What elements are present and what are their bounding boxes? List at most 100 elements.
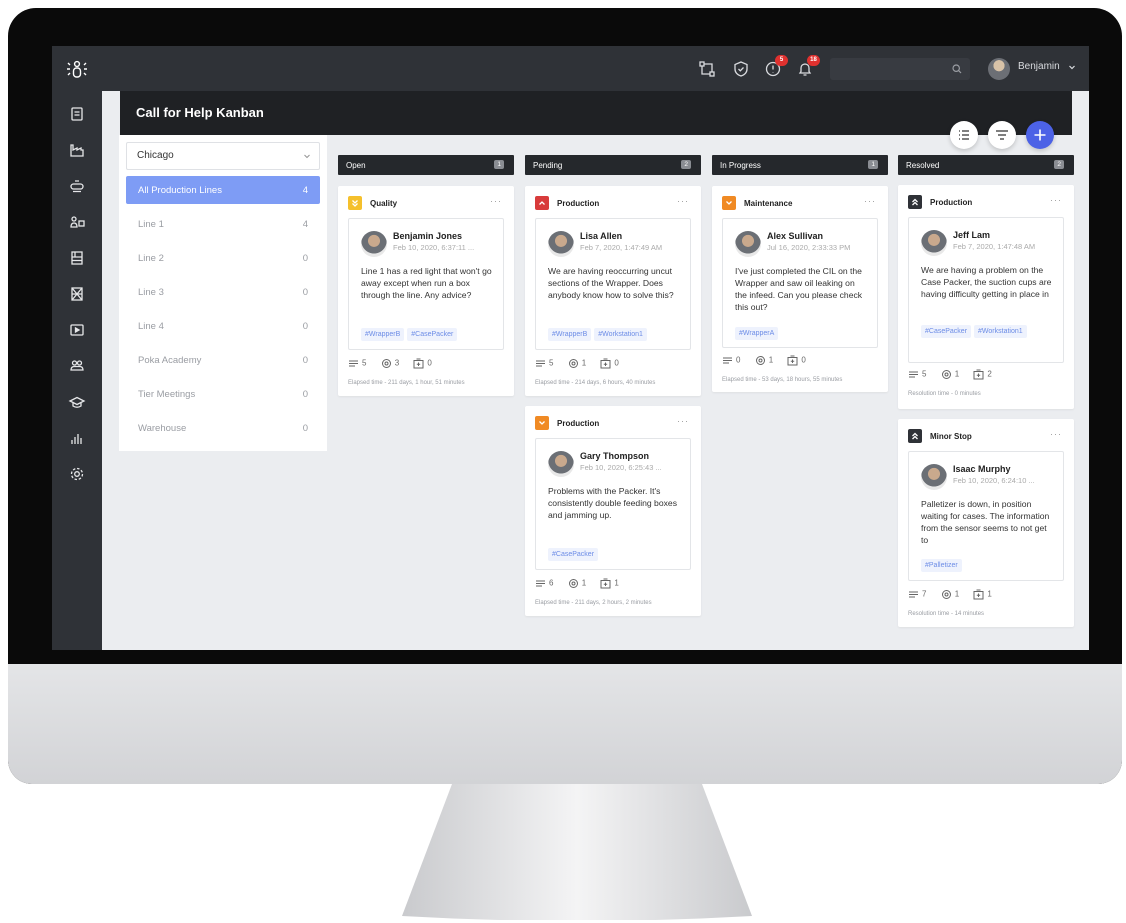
- filter-button[interactable]: [988, 121, 1016, 149]
- column-header-resolved: Resolved 2: [898, 155, 1074, 175]
- attachments-count[interactable]: 1: [600, 578, 619, 589]
- line-name: Line 2: [138, 253, 164, 264]
- nav-settings-icon[interactable]: [68, 465, 86, 483]
- attachments-value: 0: [427, 358, 432, 368]
- line-count: 0: [302, 287, 308, 298]
- line-name: Warehouse: [138, 423, 187, 434]
- watchers-icon: [941, 590, 951, 599]
- more-options-icon[interactable]: ···: [864, 196, 876, 206]
- nav-feed-icon[interactable]: [68, 105, 86, 123]
- line-name: Poka Academy: [138, 355, 202, 366]
- kanban-card[interactable]: Production ··· Jeff Lam Feb 7, 2020, 1:4…: [898, 185, 1074, 409]
- nav-conveyor-icon[interactable]: [68, 177, 86, 195]
- watchers-count[interactable]: 3: [381, 358, 399, 369]
- more-options-icon[interactable]: ···: [677, 196, 689, 206]
- tag[interactable]: #WrapperB: [361, 328, 405, 341]
- user-name[interactable]: Benjamin: [1018, 61, 1060, 72]
- more-options-icon[interactable]: ···: [1050, 195, 1062, 205]
- user-avatar[interactable]: [988, 58, 1010, 80]
- line-item-all-production-lines[interactable]: All Production Lines 4: [126, 176, 320, 204]
- add-button[interactable]: [1026, 121, 1054, 149]
- attachments-count[interactable]: 0: [787, 355, 806, 366]
- nav-academy-icon[interactable]: [68, 393, 86, 411]
- card-message: We are having a problem on the Case Pack…: [921, 265, 1052, 299]
- comments-count[interactable]: 7: [908, 589, 926, 600]
- comments-count[interactable]: 5: [908, 369, 926, 380]
- watchers-count[interactable]: 1: [941, 589, 959, 600]
- nav-workstation-icon[interactable]: [68, 249, 86, 267]
- comments-count[interactable]: 6: [535, 578, 553, 589]
- watchers-count[interactable]: 1: [941, 369, 959, 380]
- attachments-count[interactable]: 2: [973, 369, 992, 380]
- line-item-warehouse[interactable]: Warehouse 0: [126, 414, 320, 442]
- attachments-count[interactable]: 0: [413, 358, 432, 369]
- workflow-icon[interactable]: [698, 60, 716, 78]
- kanban-card[interactable]: Quality ··· Benjamin Jones Feb 10, 2020,…: [338, 186, 514, 396]
- line-item-line-3[interactable]: Line 3 0: [126, 278, 320, 306]
- nav-people-icon[interactable]: [68, 213, 86, 231]
- kanban-card[interactable]: Minor Stop ··· Isaac Murphy Feb 10, 2020…: [898, 419, 1074, 627]
- more-options-icon[interactable]: ···: [1050, 429, 1062, 439]
- line-item-line-4[interactable]: Line 4 0: [126, 312, 320, 340]
- elapsed-time: Elapsed time - 211 days, 1 hour, 51 minu…: [348, 380, 465, 386]
- kanban-card[interactable]: Production ··· Lisa Allen Feb 7, 2020, 1…: [525, 186, 701, 396]
- logo-icon[interactable]: [66, 58, 88, 80]
- attachments-count[interactable]: 1: [973, 589, 992, 600]
- line-name: Line 3: [138, 287, 164, 298]
- tag[interactable]: #Workstation1: [974, 325, 1027, 338]
- alert-button[interactable]: 5: [764, 55, 788, 78]
- list-view-button[interactable]: [950, 121, 978, 149]
- watchers-count[interactable]: 1: [568, 578, 586, 589]
- tag[interactable]: #CasePacker: [407, 328, 458, 341]
- priority-critical-icon: [908, 195, 922, 209]
- kanban-card[interactable]: Production ··· Gary Thompson Feb 10, 202…: [525, 406, 701, 616]
- comments-count[interactable]: 0: [722, 355, 740, 366]
- resolution-time: Resolution time - 14 minutes: [908, 611, 985, 617]
- card-message: We are having reoccurring uncut sections…: [548, 266, 674, 300]
- nav-analytics-icon[interactable]: [68, 429, 86, 447]
- nav-team-icon[interactable]: [68, 357, 86, 375]
- avatar: [921, 464, 947, 490]
- priority-medium-icon: [535, 416, 549, 430]
- tag[interactable]: #WrapperB: [548, 328, 592, 341]
- comments-count[interactable]: 5: [348, 358, 366, 369]
- line-count: 4: [302, 219, 308, 230]
- line-item-line-1[interactable]: Line 1 4: [126, 210, 320, 238]
- column-header-open: Open 1: [338, 155, 514, 175]
- nav-video-icon[interactable]: [68, 321, 86, 339]
- plant-select[interactable]: Chicago: [126, 142, 320, 170]
- search-icon[interactable]: [952, 64, 962, 74]
- line-item-tier-meetings[interactable]: Tier Meetings 0: [126, 380, 320, 408]
- priority-critical-icon: [908, 429, 922, 443]
- card-date: Feb 10, 2020, 6:37:11 ...: [393, 243, 475, 252]
- line-item-line-2[interactable]: Line 2 0: [126, 244, 320, 272]
- comments-value: 5: [549, 358, 554, 368]
- tag[interactable]: #WrapperA: [735, 327, 779, 340]
- comments-count[interactable]: 5: [535, 358, 553, 369]
- more-options-icon[interactable]: ···: [677, 416, 689, 426]
- elapsed-time: Elapsed time - 211 days, 2 hours, 2 minu…: [535, 600, 652, 606]
- notifications-button[interactable]: 18: [796, 55, 820, 78]
- shield-icon[interactable]: [732, 60, 750, 78]
- tag[interactable]: #Workstation1: [594, 328, 647, 341]
- watchers-count[interactable]: 1: [755, 355, 773, 366]
- watchers-count[interactable]: 1: [568, 358, 586, 369]
- tag[interactable]: #CasePacker: [921, 325, 972, 338]
- chevron-down-icon[interactable]: [1068, 63, 1076, 71]
- card-category: Maintenance: [744, 199, 793, 208]
- tag[interactable]: #Palletizer: [921, 559, 962, 572]
- search-input[interactable]: [830, 58, 956, 80]
- line-count: 4: [302, 185, 308, 196]
- tag[interactable]: #CasePacker: [548, 548, 599, 561]
- card-message-box: Lisa Allen Feb 7, 2020, 1:47:49 AM We ar…: [535, 218, 691, 350]
- watchers-icon: [755, 356, 765, 365]
- kanban-card[interactable]: Maintenance ··· Alex Sullivan Jul 16, 20…: [712, 186, 888, 392]
- nav-factory-icon[interactable]: [68, 141, 86, 159]
- column-title: Pending: [533, 161, 563, 170]
- avatar: [921, 230, 947, 256]
- more-options-icon[interactable]: ···: [490, 196, 502, 206]
- attachments-count[interactable]: 0: [600, 358, 619, 369]
- nav-matrix-icon[interactable]: [68, 285, 86, 303]
- line-item-poka-academy[interactable]: Poka Academy 0: [126, 346, 320, 374]
- card-author: Alex Sullivan: [767, 231, 824, 241]
